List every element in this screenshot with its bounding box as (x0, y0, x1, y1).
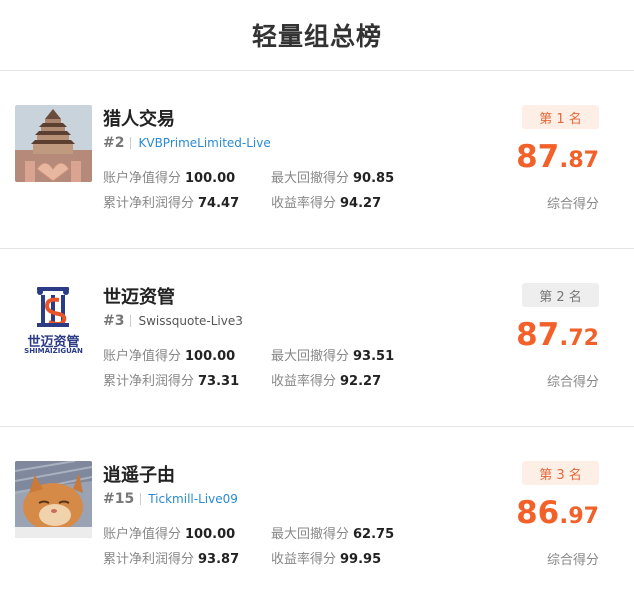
stat-value: 99.95 (340, 552, 382, 567)
avatar-cat[interactable] (15, 461, 92, 538)
stat-item: 账户净值得分 100.00 (103, 345, 235, 364)
score-dot: . (559, 501, 569, 529)
stat-label: 收益率得分 (271, 374, 337, 389)
score-decimal: 72 (568, 326, 599, 351)
stat-value: 62.75 (353, 527, 395, 542)
stat-label: 最大回撤得分 (271, 527, 350, 542)
stat-label: 累计净利润得分 (103, 374, 195, 389)
score-label: 综合得分 (546, 553, 599, 568)
stat-item: 累计净利润得分 74.47 (103, 192, 239, 211)
stat-value: 92.27 (340, 374, 382, 389)
stat-item: 收益率得分 92.27 (271, 370, 381, 389)
rank-number: #3 (103, 313, 125, 329)
rank-meta: #2 KVBPrimeLimited-Live (103, 135, 271, 151)
rank-badge: 第 2 名 (522, 283, 599, 307)
rank-badge: 第 3 名 (522, 461, 599, 485)
stat-item: 最大回撤得分 62.75 (271, 523, 394, 542)
pagoda-image (15, 105, 92, 182)
ranking-card[interactable]: 逍遥子由 #15 Tickmill-Live09 账户净值得分 100.00 最大… (0, 427, 634, 605)
stat-label: 账户净值得分 (103, 171, 182, 186)
trader-name[interactable]: 逍遥子由 (103, 461, 175, 487)
stat-label: 最大回撤得分 (271, 349, 350, 364)
composite-score: 87.72 (516, 317, 599, 353)
account-link[interactable]: KVBPrimeLimited-Live (138, 136, 270, 150)
stat-item: 最大回撤得分 93.51 (271, 345, 394, 364)
stat-value: 100.00 (185, 349, 236, 364)
stat-value: 90.85 (353, 171, 395, 186)
score-dot: . (559, 145, 569, 173)
stat-label: 收益率得分 (271, 552, 337, 567)
account-link[interactable]: Tickmill-Live09 (148, 492, 238, 506)
stat-value: 94.27 (340, 196, 382, 211)
score-integer: 87 (516, 139, 560, 175)
score-label: 综合得分 (546, 197, 599, 212)
rank-badge: 第 1 名 (522, 105, 599, 129)
ranking-card[interactable]: 猎人交易 #2 KVBPrimeLimited-Live 账户净值得分 100.0… (0, 71, 634, 249)
rank-number: #15 (103, 491, 135, 507)
avatar-pagoda[interactable] (15, 105, 92, 182)
divider (130, 315, 132, 327)
rank-meta: #15 Tickmill-Live09 (103, 491, 238, 507)
composite-score: 86.97 (516, 495, 599, 531)
divider (130, 137, 132, 149)
logo-en-text: SHIMAIZIGUAN (24, 347, 83, 355)
stat-value: 73.31 (198, 374, 240, 389)
rank-meta: #3 Swissquote-Live3 (103, 313, 243, 329)
ranking-card[interactable]: 世迈资管 SHIMAIZIGUAN 世迈资管 #3 Swissquote-Liv… (0, 249, 634, 427)
score-label: 综合得分 (546, 375, 599, 390)
divider (140, 493, 142, 505)
trader-name[interactable]: 猎人交易 (103, 105, 175, 131)
stat-item: 收益率得分 99.95 (271, 548, 381, 567)
stat-item: 累计净利润得分 73.31 (103, 370, 239, 389)
stat-item: 账户净值得分 100.00 (103, 523, 235, 542)
cat-image (15, 461, 92, 538)
score-integer: 87 (516, 317, 560, 353)
account-name: Swissquote-Live3 (138, 314, 243, 328)
stat-value: 74.47 (198, 196, 240, 211)
stat-label: 累计净利润得分 (103, 196, 195, 211)
page-title: 轻量组总榜 (251, 22, 382, 51)
score-decimal: 87 (568, 148, 599, 173)
page-header: 轻量组总榜 (0, 0, 634, 71)
rank-number: #2 (103, 135, 125, 151)
stat-value: 93.87 (198, 552, 240, 567)
stat-label: 累计净利润得分 (103, 552, 195, 567)
stat-label: 最大回撤得分 (271, 171, 350, 186)
stat-item: 账户净值得分 100.00 (103, 167, 235, 186)
trader-name[interactable]: 世迈资管 (103, 283, 175, 309)
stat-label: 账户净值得分 (103, 527, 182, 542)
stat-value: 100.00 (185, 527, 236, 542)
score-dot: . (559, 323, 569, 351)
score-integer: 86 (516, 495, 560, 531)
avatar-shimai-logo[interactable]: 世迈资管 SHIMAIZIGUAN (15, 283, 92, 360)
score-decimal: 97 (568, 504, 599, 529)
stat-item: 收益率得分 94.27 (271, 192, 381, 211)
stat-label: 账户净值得分 (103, 349, 182, 364)
stat-item: 最大回撤得分 90.85 (271, 167, 394, 186)
composite-score: 87.87 (516, 139, 599, 175)
stat-value: 93.51 (353, 349, 395, 364)
stat-item: 累计净利润得分 93.87 (103, 548, 239, 567)
stat-value: 100.00 (185, 171, 236, 186)
stat-label: 收益率得分 (271, 196, 337, 211)
